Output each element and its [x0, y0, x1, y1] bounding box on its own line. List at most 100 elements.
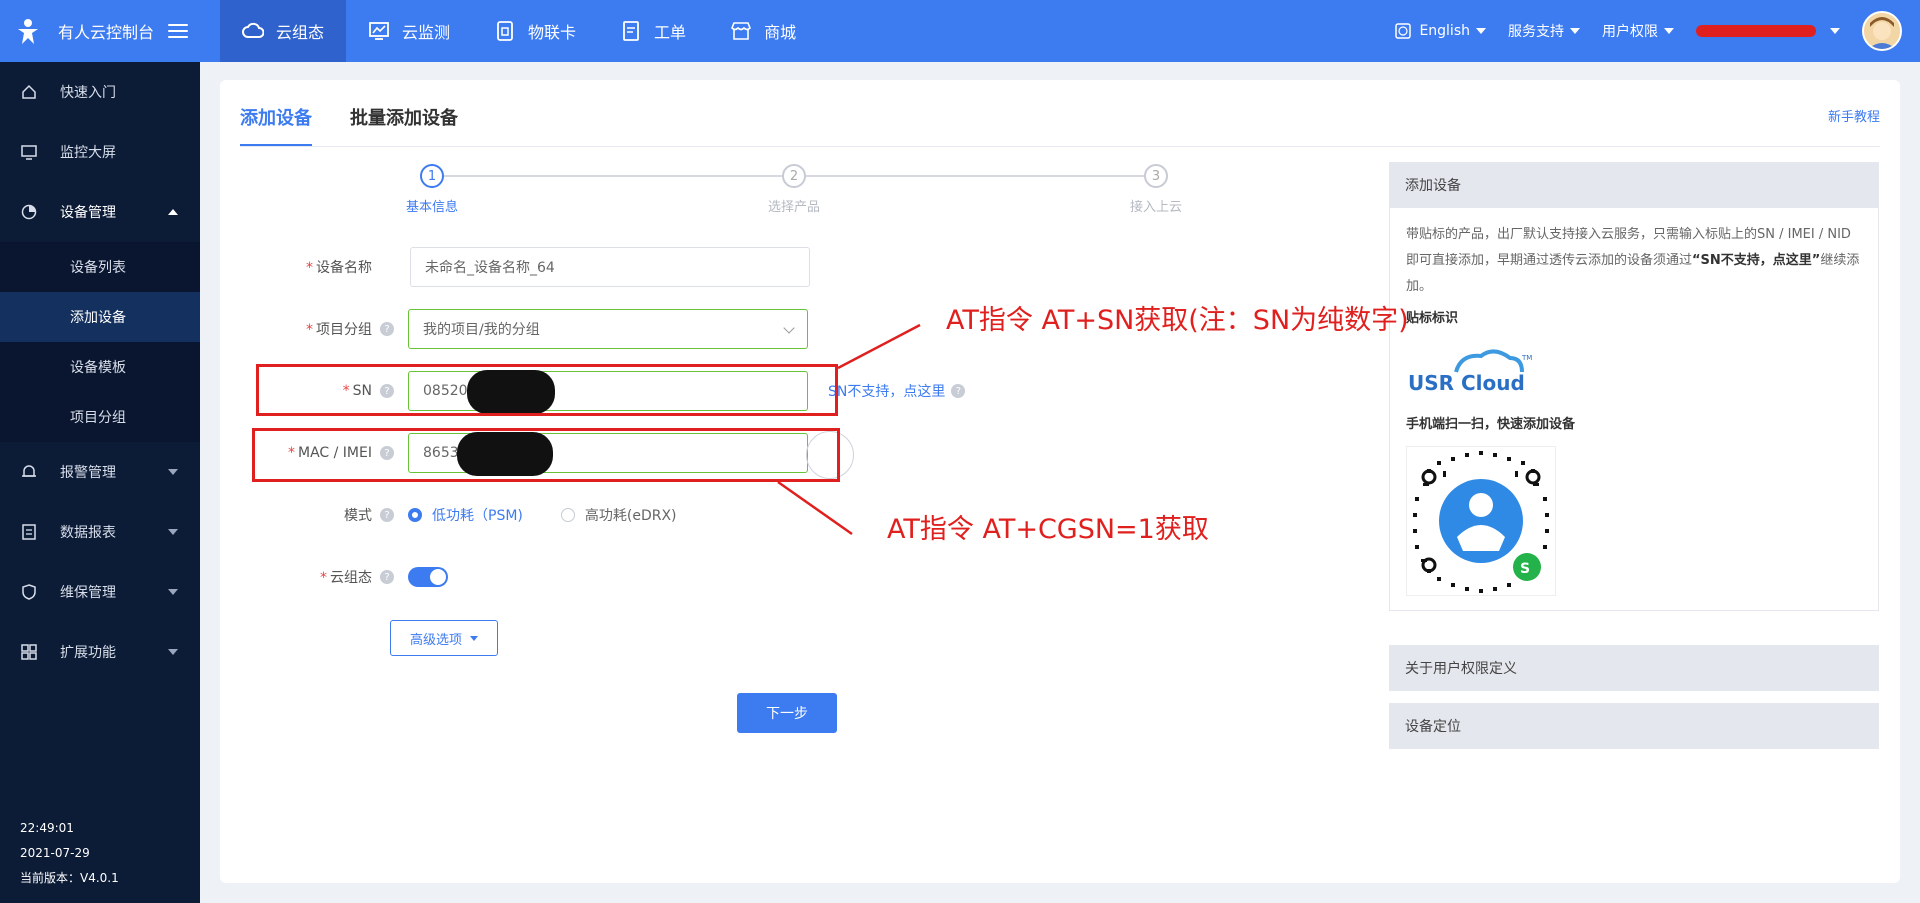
globe-icon	[1395, 23, 1412, 39]
radio-dot	[408, 508, 422, 522]
required-mark: *	[306, 260, 313, 276]
logo-text: USR Cloud	[1408, 371, 1525, 395]
footer-version: 当前版本：V4.0.1	[20, 871, 119, 885]
chevron-down-icon	[168, 529, 178, 535]
tab-add-device[interactable]: 添加设备	[240, 80, 312, 146]
tab-batch-add-device[interactable]: 批量添加设备	[350, 80, 458, 146]
ticket-icon	[620, 20, 642, 42]
sidebar-item-extensions[interactable]: 扩展功能	[0, 622, 200, 682]
form-row-cloud-config: * 云组态 ?	[240, 557, 448, 597]
sidebar-item-device-management[interactable]: 设备管理	[0, 182, 200, 242]
mini-program-qr-code[interactable]: S	[1406, 446, 1556, 596]
help-icon[interactable]: ?	[380, 570, 394, 584]
required-mark: *	[306, 322, 313, 338]
annotation-box-sn	[256, 364, 838, 416]
next-step-button[interactable]: 下一步	[737, 693, 837, 733]
chevron-down-icon	[168, 589, 178, 595]
support-menu[interactable]: 服务支持	[1508, 21, 1580, 41]
cloud-icon	[242, 20, 264, 42]
permissions-menu[interactable]: 用户权限	[1602, 21, 1674, 41]
radio-dot	[560, 508, 575, 522]
radio-label: 高功耗(eDRX)	[584, 508, 677, 524]
step-2-circle: 2	[782, 164, 806, 188]
sn-unsupported-link[interactable]: SN不支持，点这里 ?	[828, 381, 979, 401]
support-label: 服务支持	[1508, 24, 1564, 40]
help-icon: ?	[951, 384, 966, 398]
home-icon	[20, 83, 38, 101]
sidebar-subitem-device-template[interactable]: 设备模板	[0, 342, 200, 392]
nav-ticket[interactable]: 工单	[598, 0, 708, 62]
hamburger-menu-icon[interactable]	[168, 21, 189, 41]
sidebar-item-label: 数据报表	[60, 525, 116, 541]
panel-header: 关于用户权限定义	[1389, 645, 1879, 691]
sidebar-item-quickstart[interactable]: 快速入门	[0, 62, 200, 122]
sidebar-subitem-device-list[interactable]: 设备列表	[0, 242, 200, 292]
avatar[interactable]	[1862, 11, 1902, 51]
help-icon[interactable]: ?	[380, 322, 394, 336]
user-menu[interactable]	[1696, 25, 1840, 37]
step-indicator: 1 2 3 基本信息 选择产品 接入上云	[406, 162, 1190, 222]
nav-iot-card[interactable]: 物联卡	[472, 0, 598, 62]
store-icon	[730, 20, 752, 42]
device-name-label: * 设备名称	[240, 257, 380, 277]
top-nav: 云组态 云监测 物联卡 工单 商城	[220, 0, 818, 62]
sim-card-icon	[494, 20, 516, 42]
radio-psm[interactable]: 低功耗（PSM)	[408, 505, 523, 525]
tutorial-link[interactable]: 新手教程	[1828, 106, 1880, 125]
project-group-label: * 项目分组	[240, 319, 380, 339]
sidebar-item-label: 设备管理	[60, 205, 116, 221]
radio-edrx[interactable]: 高功耗(eDRX)	[560, 505, 677, 525]
sidebar-item-dashboard[interactable]: 监控大屏	[0, 122, 200, 182]
desc-bold: “SN不支持，点这里”	[1692, 253, 1821, 268]
chevron-down-icon	[168, 649, 178, 655]
help-panel-location[interactable]: 设备定位	[1389, 703, 1879, 749]
nav-label: 物联卡	[528, 23, 577, 42]
link-text: SN不支持，点这里	[828, 384, 946, 400]
brand: 有人云控制台	[0, 0, 200, 62]
redacted-username	[1696, 25, 1816, 37]
language-select[interactable]: English	[1395, 23, 1486, 39]
language-label: English	[1419, 23, 1470, 39]
button-label: 高级选项	[409, 632, 462, 648]
top-bar: 有人云控制台 云组态 云监测 物联卡 工单 商城 English 服务支持 用户…	[0, 0, 1920, 62]
cloud-config-label: * 云组态	[240, 567, 380, 587]
tab-bar: 添加设备 批量添加设备	[240, 80, 496, 146]
form-row-device-name: * 设备名称 未命名_设备名称_64	[240, 247, 810, 287]
device-manage-icon	[20, 203, 38, 221]
sidebar-item-reports[interactable]: 数据报表	[0, 502, 200, 562]
help-panel-permissions[interactable]: 关于用户权限定义	[1389, 645, 1879, 691]
shield-icon	[20, 583, 38, 601]
step-3-circle: 3	[1144, 164, 1168, 188]
annotation-text-sn: AT指令 AT+SN获取(注：SN为纯数字)	[946, 305, 1409, 336]
sidebar-item-maintenance[interactable]: 维保管理	[0, 562, 200, 622]
help-icon[interactable]: ?	[380, 508, 394, 522]
required-mark: *	[320, 570, 327, 586]
step-connector	[806, 175, 1144, 177]
sidebar-item-label: 监控大屏	[60, 145, 116, 161]
advanced-options-button[interactable]: 高级选项	[390, 620, 498, 656]
sidebar: 快速入门 监控大屏 设备管理 设备列表 添加设备 设备模板 项目分组 报警管理 …	[0, 62, 200, 903]
step-connector	[444, 175, 782, 177]
panel-description: 带贴标的产品，出厂默认支持接入云服务，只需输入标贴上的SN / IMEI / N…	[1406, 222, 1862, 300]
project-group-select[interactable]: 我的项目/我的分组	[408, 309, 808, 349]
help-panel-add-device: 添加设备 带贴标的产品，出厂默认支持接入云服务，只需输入标贴上的SN / IME…	[1389, 162, 1879, 611]
sidebar-subitem-project-group[interactable]: 项目分组	[0, 392, 200, 442]
caret-down-icon	[1570, 28, 1580, 34]
chevron-up-icon	[168, 209, 178, 215]
device-name-input[interactable]: 未命名_设备名称_64	[410, 247, 810, 287]
sidebar-item-alarm[interactable]: 报警管理	[0, 442, 200, 502]
bell-icon	[20, 463, 38, 481]
top-right-nav: English 服务支持 用户权限	[1395, 0, 1920, 62]
nav-cloud-monitor[interactable]: 云监测	[346, 0, 472, 62]
nav-store[interactable]: 商城	[708, 0, 818, 62]
footer-time: 22:49:01	[20, 821, 74, 835]
sidebar-subitem-add-device[interactable]: 添加设备	[0, 292, 200, 342]
report-icon	[20, 523, 38, 541]
panel-header[interactable]: 添加设备	[1389, 162, 1879, 208]
sidebar-item-label: 快速入门	[60, 85, 116, 101]
cloud-config-toggle[interactable]	[408, 567, 448, 587]
apps-icon	[20, 643, 38, 661]
mode-label: 模式	[344, 508, 372, 524]
nav-cloud-config[interactable]: 云组态	[220, 0, 347, 62]
step-1-label: 基本信息	[405, 200, 458, 215]
